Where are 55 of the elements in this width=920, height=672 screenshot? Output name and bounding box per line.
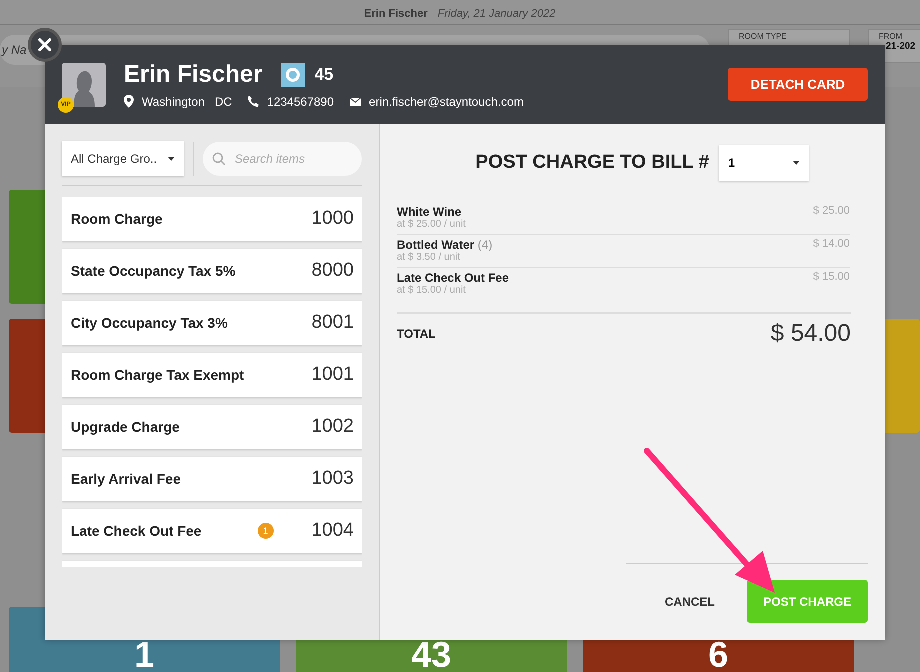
item-name: Room Charge Tax Exempt [71, 367, 246, 383]
caret-icon [793, 161, 800, 165]
state-text: DC [214, 94, 232, 108]
guest-name: Erin Fischer [364, 8, 428, 20]
guest-name: Erin Fischer [124, 60, 263, 88]
unit-rate: at $ 15.00 / unit [397, 285, 467, 296]
line-amount: $ 14.00 [813, 238, 850, 252]
charge-item[interactable]: Room Charge 1000 [62, 197, 362, 241]
charge-item[interactable]: Late Check Out Fee 1 1004 [62, 509, 362, 553]
email-text: erin.fischer@stayntouch.com [369, 94, 524, 108]
item-code: 8001 [312, 312, 354, 334]
total-amount: $ 54.00 [770, 320, 851, 348]
phone-icon [248, 96, 260, 107]
item-code: 8000 [312, 260, 354, 282]
detach-card-button[interactable]: DETACH CARD [728, 68, 868, 101]
bill-dropdown[interactable]: 1 [719, 145, 810, 181]
bill-title: POST CHARGE TO BILL # [476, 152, 710, 174]
mail-icon [350, 98, 362, 106]
line-amount: $ 25.00 [813, 205, 850, 219]
line-name: Bottled Water (4) [397, 238, 493, 252]
charge-item[interactable]: Room Charge Tax Exempt 1001 [62, 353, 362, 397]
search-icon [212, 152, 226, 166]
phone-text: 1234567890 [267, 94, 334, 108]
charge-item[interactable]: City Occupancy Tax 3% 8001 [62, 301, 362, 345]
room-icon [280, 62, 305, 86]
item-code: 1000 [312, 208, 354, 230]
charge-item[interactable]: Early Arrival Fee 1003 [62, 457, 362, 501]
item-name: Late Check Out Fee [71, 523, 203, 539]
item-name: State Occupancy Tax 5% [71, 263, 237, 279]
unit-rate: at $ 25.00 / unit [397, 219, 466, 230]
charge-item[interactable]: Upgrade Charge 1002 [62, 405, 362, 449]
count-badge: 1 [258, 523, 274, 539]
item-code: 1002 [312, 416, 354, 438]
avatar-icon [62, 62, 106, 106]
line-amount: $ 15.00 [813, 271, 850, 285]
caret-icon [168, 156, 175, 160]
city-text: Washington [142, 94, 205, 108]
cancel-button[interactable]: CANCEL [659, 594, 721, 610]
item-name: City Occupancy Tax 3% [71, 315, 229, 331]
item-name: Room Charge [71, 211, 164, 227]
item-name: Early Arrival Fee [71, 471, 182, 487]
charge-group-dropdown[interactable]: All Charge Gro.. [62, 141, 184, 176]
item-code: 1004 [312, 520, 354, 542]
search-field[interactable]: Search items [203, 142, 362, 176]
unit-rate: at $ 3.50 / unit [397, 252, 462, 263]
line-name: White Wine [397, 205, 463, 219]
room-number: 45 [314, 64, 334, 84]
date-text: Friday, 21 January 2022 [438, 8, 556, 20]
item-name: Upgrade Charge [71, 419, 181, 435]
location-icon [124, 95, 134, 108]
line-name: Late Check Out Fee [397, 271, 510, 285]
total-label: TOTAL [397, 327, 436, 341]
item-code: 1001 [312, 364, 354, 386]
charge-item[interactable]: State Occupancy Tax 5% 8000 [62, 249, 362, 293]
item-code: 1003 [312, 468, 354, 490]
